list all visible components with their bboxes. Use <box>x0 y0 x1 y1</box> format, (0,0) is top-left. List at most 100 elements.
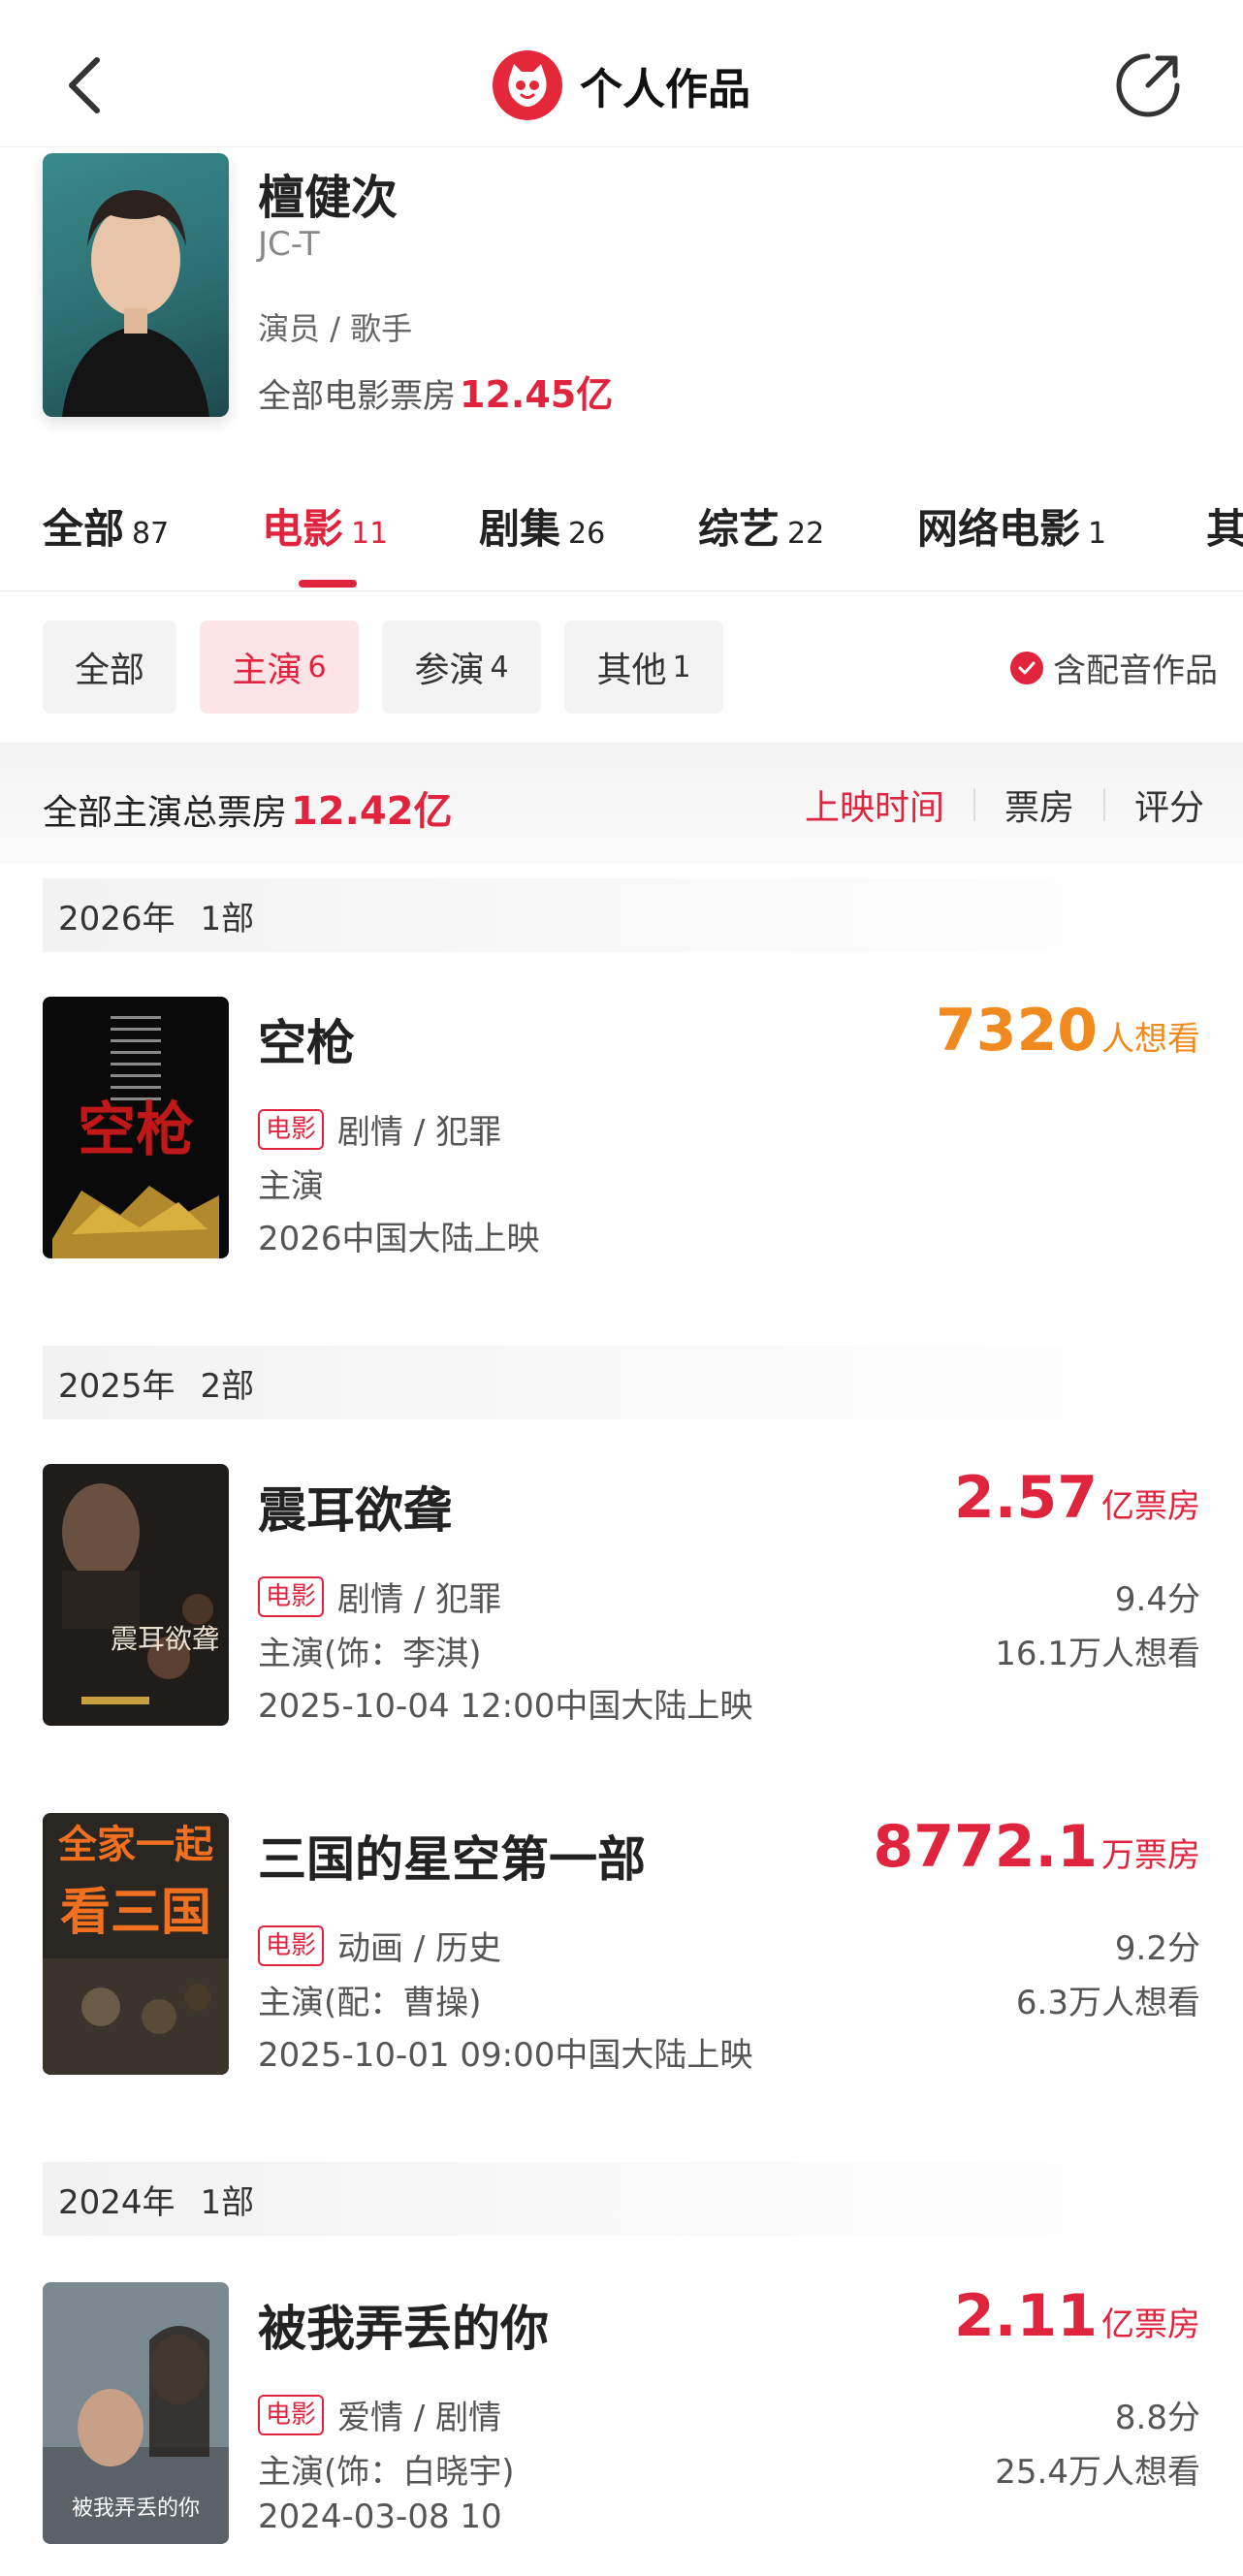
movie-type-badge: 电影 <box>258 1924 325 1966</box>
movie-genre: 剧情 / 犯罪 <box>337 1580 502 1619</box>
tab-label: 网络电影 <box>917 505 1081 553</box>
tab-count: 22 <box>787 517 825 551</box>
movie-role: 主演 <box>258 1167 324 1206</box>
lead-total-value: 12.42亿 <box>291 789 453 834</box>
divider <box>1102 788 1105 821</box>
tab-all[interactable]: 全部 87 <box>43 496 169 556</box>
tab-label: 剧集 <box>479 505 561 553</box>
sort-rating[interactable]: 评分 <box>1134 779 1204 830</box>
tab-label: 其 <box>1206 505 1243 553</box>
movie-rating: 9.2分 <box>1114 1929 1200 1968</box>
poster-text-top: 全家一起 <box>57 1823 214 1867</box>
chip-count: 4 <box>490 650 509 684</box>
sort-options: 上映时间 票房 评分 <box>805 779 1204 830</box>
tab-count: 11 <box>351 517 389 551</box>
sort-box-office[interactable]: 票房 <box>1004 779 1074 830</box>
box-office-value: 2.11 <box>953 2282 1098 2350</box>
movie-title: 空枪 <box>258 1015 355 1071</box>
role-filter-chips: 全部 主演 6 参演 4 其他 1 含配音作品 <box>0 620 1243 717</box>
chip-count: 1 <box>672 650 691 684</box>
actor-name: 檀健次 <box>258 171 398 225</box>
movie-role: 主演(饰：李淇) <box>258 1635 482 1673</box>
chip-label: 全部 <box>74 651 144 690</box>
tab-other[interactable]: 其 <box>1206 496 1243 556</box>
movie-box-office: 8772.1 万票房 <box>873 1813 1200 1881</box>
movie-want-count: 25.4万人想看 <box>995 2453 1200 2492</box>
year-header-2026: 2026年 1部 <box>43 878 1200 952</box>
chip-label: 其他 <box>596 651 667 690</box>
tab-web-movies[interactable]: 网络电影 1 <box>917 496 1106 556</box>
tab-variety[interactable]: 综艺 22 <box>698 496 824 556</box>
want-count-unit: 人想看 <box>1101 1020 1200 1059</box>
total-box-office: 全部电影票房 12.45亿 <box>258 365 613 418</box>
top-bar: 个人作品 <box>0 0 1243 147</box>
filter-all[interactable]: 全部 <box>43 620 176 714</box>
include-dubbing-toggle[interactable]: 含配音作品 <box>1010 644 1218 691</box>
filter-supporting[interactable]: 参演 4 <box>382 620 541 714</box>
filter-lead[interactable]: 主演 6 <box>200 620 359 714</box>
header-title-group: 个人作品 <box>0 47 1243 124</box>
avatar[interactable] <box>43 153 229 417</box>
share-icon <box>1116 53 1180 117</box>
poster-title-text: 震耳欲聋 <box>111 1623 219 1655</box>
movie-genre: 爱情 / 剧情 <box>337 2399 502 2437</box>
profile-section: 檀健次 JC-T 演员 / 歌手 全部电影票房 12.45亿 <box>0 147 1243 438</box>
movie-poster[interactable]: 全家一起 看三国 <box>43 1813 229 2075</box>
filter-other[interactable]: 其他 1 <box>564 620 723 714</box>
tab-label: 电影 <box>262 505 344 553</box>
lead-total-box-office: 全部主演总票房 12.42亿 <box>43 779 453 836</box>
movie-poster[interactable]: 空枪 <box>43 997 229 1258</box>
box-office-value: 8772.1 <box>873 1813 1098 1881</box>
movie-type-badge: 电影 <box>258 2394 325 2435</box>
movie-item[interactable]: 震耳欲聋 震耳欲聋 电影 剧情 / 犯罪 主演(饰：李淇) 2025-10-04… <box>0 1464 1243 1726</box>
movie-title: 震耳欲聋 <box>258 1482 452 1539</box>
box-office-value: 2.57 <box>953 1464 1098 1532</box>
movie-role: 主演(饰：白晓宇) <box>258 2453 515 2492</box>
movie-release-date: 2026中国大陆上映 <box>258 1220 540 1258</box>
year-count: 1部 <box>200 2182 255 2222</box>
chip-label: 主演 <box>232 651 303 690</box>
tab-movies[interactable]: 电影 11 <box>262 496 388 556</box>
movie-item[interactable]: 空枪 空枪 电影 剧情 / 犯罪 主演 2026中国大陆上映 7320 人想看 <box>0 997 1243 1258</box>
year-count: 2部 <box>200 1366 255 1406</box>
movie-poster[interactable]: 被我弄丢的你 <box>43 2282 229 2544</box>
movie-title: 三国的星空第一部 <box>258 1831 646 1888</box>
poster-title-text: 被我弄丢的你 <box>72 2496 200 2521</box>
year-header-2025: 2025年 2部 <box>43 1346 1200 1419</box>
tab-label: 全部 <box>43 505 125 553</box>
movie-item[interactable]: 全家一起 看三国 三国的星空第一部 电影 动画 / 历史 主演(配：曹操) 20… <box>0 1813 1243 2075</box>
movie-type-badge: 电影 <box>258 1108 325 1150</box>
movie-box-office: 2.11 亿票房 <box>954 2282 1200 2350</box>
movie-type-badge: 电影 <box>258 1575 325 1617</box>
movie-title: 被我弄丢的你 <box>258 2301 549 2357</box>
year-header-2024: 2024年 1部 <box>43 2162 1200 2236</box>
actor-roles: 演员 / 歌手 <box>258 310 413 347</box>
include-dubbing-label: 含配音作品 <box>1053 652 1218 690</box>
tab-count: 87 <box>132 517 170 551</box>
box-office-unit: 亿票房 <box>1101 2306 1200 2344</box>
lead-total-label: 全部主演总票房 <box>43 793 288 833</box>
movie-genre: 剧情 / 犯罪 <box>337 1113 502 1152</box>
summary-bar: 全部主演总票房 12.42亿 上映时间 票房 评分 <box>0 743 1243 863</box>
movie-want-count: 16.1万人想看 <box>995 1635 1200 1673</box>
tab-series[interactable]: 剧集 26 <box>479 496 605 556</box>
poster-text-main: 看三国 <box>60 1884 211 1942</box>
movie-poster[interactable]: 震耳欲聋 <box>43 1464 229 1726</box>
year-label: 2025年 <box>58 1366 175 1406</box>
movie-meta: 电影 爱情 / 剧情 <box>258 2391 501 2438</box>
box-office-unit: 万票房 <box>1101 1836 1200 1875</box>
movie-genre: 动画 / 历史 <box>337 1929 502 1968</box>
movie-meta: 电影 剧情 / 犯罪 <box>258 1105 501 1153</box>
movie-item[interactable]: 被我弄丢的你 被我弄丢的你 电影 爱情 / 剧情 主演(饰：白晓宇) 2024-… <box>0 2282 1243 2544</box>
chip-label: 参演 <box>414 651 485 690</box>
movie-release-date: 2024-03-08 10 <box>258 2497 502 2536</box>
movie-release-date: 2025-10-01 09:00中国大陆上映 <box>258 2036 753 2075</box>
movie-role: 主演(配：曹操) <box>258 1984 482 2022</box>
cat-logo-icon <box>493 50 562 120</box>
total-box-office-label: 全部电影票房 <box>258 377 456 416</box>
share-button[interactable] <box>1109 47 1187 124</box>
sort-release-date[interactable]: 上映时间 <box>805 779 944 830</box>
year-label: 2026年 <box>58 899 175 938</box>
movie-release-date: 2025-10-04 12:00中国大陆上映 <box>258 1687 753 1726</box>
total-box-office-value: 12.45亿 <box>460 373 614 416</box>
